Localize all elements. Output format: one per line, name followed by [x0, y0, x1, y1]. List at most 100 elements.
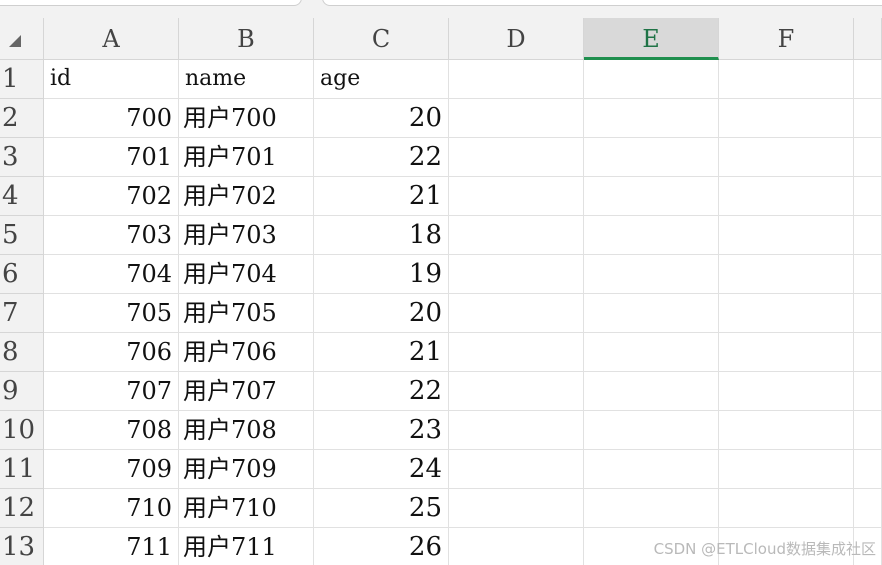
cell-f5[interactable] [719, 216, 854, 255]
row-header-8[interactable]: 8 [0, 333, 44, 372]
cell-a8[interactable]: 706 [44, 333, 179, 372]
cell-f7[interactable] [719, 294, 854, 333]
cell-d9[interactable] [449, 372, 584, 411]
cell-e2[interactable] [584, 99, 719, 138]
cell-g3[interactable] [854, 138, 882, 177]
cell-b7[interactable]: 用户705 [179, 294, 314, 333]
cell-f9[interactable] [719, 372, 854, 411]
cell-g5[interactable] [854, 216, 882, 255]
row-header-10[interactable]: 10 [0, 411, 44, 450]
cell-d1[interactable] [449, 60, 584, 99]
cell-d13[interactable] [449, 528, 584, 565]
cell-c4[interactable]: 21 [314, 177, 449, 216]
cell-b4[interactable]: 用户702 [179, 177, 314, 216]
cell-a1[interactable]: id [44, 60, 179, 99]
cell-f12[interactable] [719, 489, 854, 528]
cell-b6[interactable]: 用户704 [179, 255, 314, 294]
cell-c9[interactable]: 22 [314, 372, 449, 411]
cell-g4[interactable] [854, 177, 882, 216]
cell-f1[interactable] [719, 60, 854, 99]
cell-f10[interactable] [719, 411, 854, 450]
cell-b3[interactable]: 用户701 [179, 138, 314, 177]
cell-d8[interactable] [449, 333, 584, 372]
cell-d3[interactable] [449, 138, 584, 177]
cell-a5[interactable]: 703 [44, 216, 179, 255]
column-header-f[interactable]: F [719, 18, 854, 60]
cell-c3[interactable]: 22 [314, 138, 449, 177]
cell-g6[interactable] [854, 255, 882, 294]
cell-g10[interactable] [854, 411, 882, 450]
cell-d2[interactable] [449, 99, 584, 138]
row-header-2[interactable]: 2 [0, 99, 44, 138]
cell-b12[interactable]: 用户710 [179, 489, 314, 528]
column-header-g[interactable] [854, 18, 882, 60]
row-header-11[interactable]: 11 [0, 450, 44, 489]
name-box[interactable] [0, 0, 302, 6]
column-header-e[interactable]: E [584, 18, 719, 60]
cell-e1[interactable] [584, 60, 719, 99]
cell-e9[interactable] [584, 372, 719, 411]
cell-g8[interactable] [854, 333, 882, 372]
select-all-corner[interactable] [0, 18, 44, 60]
cell-e12[interactable] [584, 489, 719, 528]
cell-e8[interactable] [584, 333, 719, 372]
cell-f11[interactable] [719, 450, 854, 489]
cell-c12[interactable]: 25 [314, 489, 449, 528]
cell-a9[interactable]: 707 [44, 372, 179, 411]
cell-a12[interactable]: 710 [44, 489, 179, 528]
column-header-b[interactable]: B [179, 18, 314, 60]
cell-c11[interactable]: 24 [314, 450, 449, 489]
cell-d12[interactable] [449, 489, 584, 528]
cell-c8[interactable]: 21 [314, 333, 449, 372]
cell-c5[interactable]: 18 [314, 216, 449, 255]
cell-a6[interactable]: 704 [44, 255, 179, 294]
cell-d11[interactable] [449, 450, 584, 489]
cell-c2[interactable]: 20 [314, 99, 449, 138]
cell-d4[interactable] [449, 177, 584, 216]
cell-c7[interactable]: 20 [314, 294, 449, 333]
cell-e3[interactable] [584, 138, 719, 177]
cell-e5[interactable] [584, 216, 719, 255]
cell-e6[interactable] [584, 255, 719, 294]
cell-e11[interactable] [584, 450, 719, 489]
cell-a10[interactable]: 708 [44, 411, 179, 450]
row-header-12[interactable]: 12 [0, 489, 44, 528]
cell-c13[interactable]: 26 [314, 528, 449, 565]
cell-a3[interactable]: 701 [44, 138, 179, 177]
cell-g12[interactable] [854, 489, 882, 528]
cell-b9[interactable]: 用户707 [179, 372, 314, 411]
cell-g11[interactable] [854, 450, 882, 489]
cell-e7[interactable] [584, 294, 719, 333]
cell-d10[interactable] [449, 411, 584, 450]
cell-a11[interactable]: 709 [44, 450, 179, 489]
cell-f2[interactable] [719, 99, 854, 138]
cell-e4[interactable] [584, 177, 719, 216]
cell-c6[interactable]: 19 [314, 255, 449, 294]
cell-b2[interactable]: 用户700 [179, 99, 314, 138]
cell-c1[interactable]: age [314, 60, 449, 99]
row-header-5[interactable]: 5 [0, 216, 44, 255]
cell-g9[interactable] [854, 372, 882, 411]
cell-b13[interactable]: 用户711 [179, 528, 314, 565]
formula-input[interactable] [322, 0, 882, 6]
cell-b10[interactable]: 用户708 [179, 411, 314, 450]
cell-a2[interactable]: 700 [44, 99, 179, 138]
column-header-c[interactable]: C [314, 18, 449, 60]
row-header-3[interactable]: 3 [0, 138, 44, 177]
cell-f8[interactable] [719, 333, 854, 372]
cell-f4[interactable] [719, 177, 854, 216]
cell-b5[interactable]: 用户703 [179, 216, 314, 255]
row-header-9[interactable]: 9 [0, 372, 44, 411]
cell-e10[interactable] [584, 411, 719, 450]
cell-d6[interactable] [449, 255, 584, 294]
cell-c10[interactable]: 23 [314, 411, 449, 450]
row-header-1[interactable]: 1 [0, 60, 44, 99]
column-header-a[interactable]: A [44, 18, 179, 60]
column-header-d[interactable]: D [449, 18, 584, 60]
row-header-4[interactable]: 4 [0, 177, 44, 216]
row-header-7[interactable]: 7 [0, 294, 44, 333]
cell-g2[interactable] [854, 99, 882, 138]
cell-a4[interactable]: 702 [44, 177, 179, 216]
cell-g1[interactable] [854, 60, 882, 99]
cell-f6[interactable] [719, 255, 854, 294]
